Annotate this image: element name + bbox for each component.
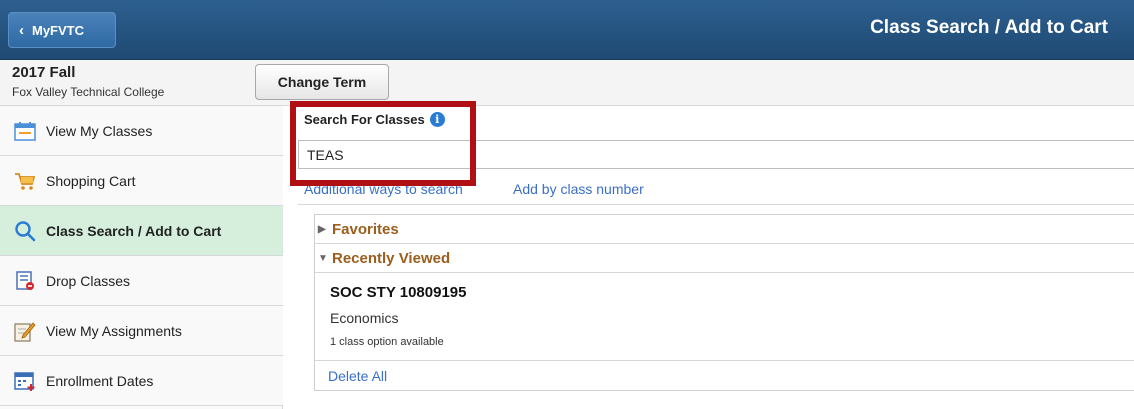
- delete-all-link[interactable]: Delete All: [328, 368, 387, 384]
- course-code-link[interactable]: SOC STY 10809195: [330, 284, 466, 301]
- course-name: Economics: [330, 310, 399, 326]
- search-icon: [14, 220, 36, 242]
- sidebar-item-class-search[interactable]: Class Search / Add to Cart: [0, 206, 283, 256]
- sidebar-item-label: Enrollment Dates: [46, 372, 154, 389]
- caret-right-icon: ▶: [318, 223, 326, 235]
- sidebar-item-drop-classes[interactable]: Drop Classes: [0, 256, 283, 306]
- add-by-class-number-link[interactable]: Add by class number: [513, 181, 644, 197]
- sidebar-item-label: View My Classes: [46, 122, 153, 139]
- term-name: 2017 Fall: [12, 64, 76, 81]
- term-bar: 2017 Fall Fox Valley Technical College C…: [0, 60, 1134, 106]
- sidebar-item-view-my-classes[interactable]: View My Classes: [0, 106, 283, 156]
- search-for-classes-label: Search For Classes i: [304, 112, 445, 127]
- class-search-input[interactable]: [298, 140, 1134, 169]
- caret-down-icon: ▼: [318, 252, 328, 264]
- search-label-text: Search For Classes: [304, 112, 425, 127]
- pencil-notepad-icon: [14, 320, 36, 342]
- page-title: Class Search / Add to Cart: [870, 17, 1108, 38]
- additional-ways-to-search-link[interactable]: Additional ways to search: [304, 181, 463, 197]
- favorites-section-toggle[interactable]: ▶ Favorites: [315, 215, 1134, 244]
- divider: [315, 360, 1134, 361]
- class-options-count: 1 class option available: [330, 336, 444, 348]
- sidebar-item-enrollment-dates[interactable]: Enrollment Dates: [0, 356, 283, 406]
- sidebar-item-shopping-cart[interactable]: Shopping Cart: [0, 156, 283, 206]
- chevron-left-icon: ‹: [19, 21, 24, 39]
- divider: [298, 204, 1134, 205]
- sidebar-item-label: Shopping Cart: [46, 172, 136, 189]
- college-name: Fox Valley Technical College: [12, 85, 165, 99]
- sidebar-item-view-my-assignments[interactable]: View My Assignments: [0, 306, 283, 356]
- sidebar-nav: View My Classes Shopping Cart Class Sear…: [0, 106, 283, 409]
- sidebar-item-label: View My Assignments: [46, 322, 182, 339]
- favorites-label: Favorites: [332, 220, 399, 238]
- calendar-add-icon: [14, 370, 36, 392]
- app-header: ‹ MyFVTC Class Search / Add to Cart: [0, 0, 1134, 60]
- sidebar-item-label: Drop Classes: [46, 272, 131, 289]
- saved-classes-panel: ▶ Favorites ▼ Recently Viewed SOC STY 10…: [314, 214, 1134, 391]
- back-to-myfvtc-button[interactable]: ‹ MyFVTC: [8, 12, 116, 48]
- recently-viewed-label: Recently Viewed: [332, 249, 451, 267]
- drop-list-icon: [14, 270, 36, 292]
- calendar-icon: [14, 120, 36, 142]
- info-icon[interactable]: i: [429, 112, 445, 127]
- change-term-button[interactable]: Change Term: [255, 64, 389, 100]
- sidebar-item-label: Class Search / Add to Cart: [46, 222, 222, 239]
- recently-viewed-section-toggle[interactable]: ▼ Recently Viewed: [315, 244, 1134, 273]
- back-button-label: MyFVTC: [32, 22, 84, 38]
- shopping-cart-icon: [14, 170, 36, 192]
